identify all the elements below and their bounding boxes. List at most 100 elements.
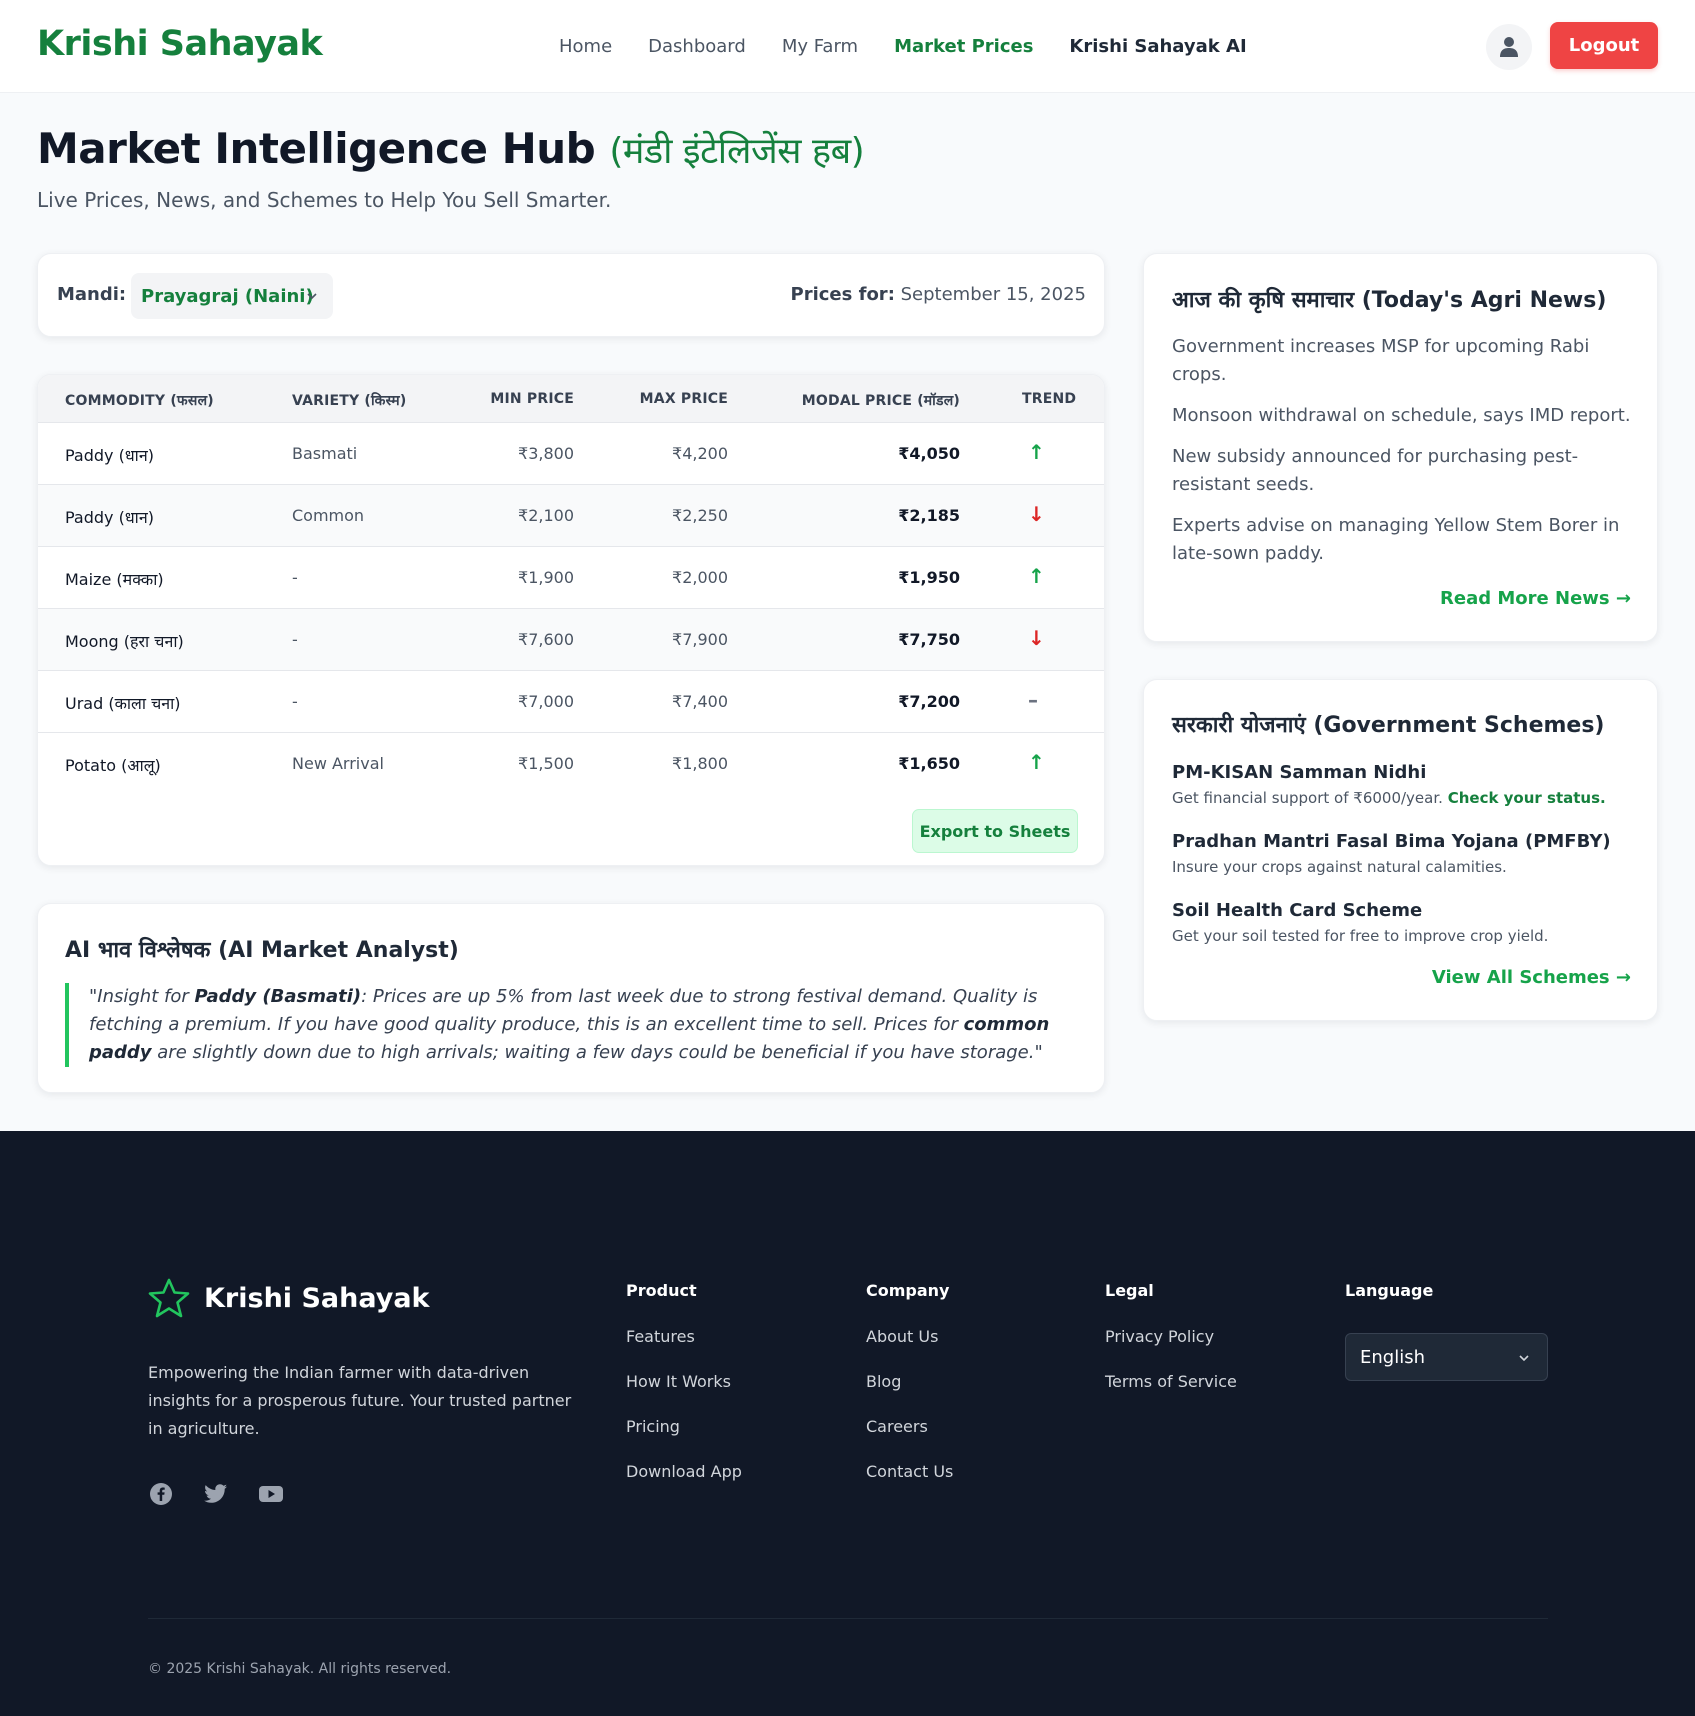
trend-flat-icon: – bbox=[1028, 688, 1038, 712]
trend-up-icon: ↑ bbox=[1028, 564, 1045, 588]
quote-highlight: Paddy (Basmati) bbox=[194, 986, 362, 1007]
cell-min-price: ₹7,000 bbox=[518, 692, 574, 711]
logout-button[interactable]: Logout bbox=[1550, 22, 1658, 69]
footer-link-careers[interactable]: Careers bbox=[866, 1417, 953, 1436]
trend-up-icon: ↑ bbox=[1028, 440, 1045, 464]
footer-col-title: Language bbox=[1345, 1281, 1434, 1300]
nav-link-market-prices[interactable]: Market Prices bbox=[894, 36, 1033, 57]
scheme-desc: Insure your crops against natural calami… bbox=[1172, 858, 1507, 876]
news-item[interactable]: Experts advise on managing Yellow Stem B… bbox=[1172, 512, 1637, 568]
mandi-selected-value: Prayagraj (Naini) bbox=[141, 285, 314, 307]
col-min-price: MIN PRICE bbox=[490, 391, 574, 407]
table-row: Potato (आलू) New Arrival ₹1,500 ₹1,800 ₹… bbox=[38, 732, 1104, 794]
brand-logo[interactable]: Krishi Sahayak bbox=[37, 24, 323, 64]
cell-variety: New Arrival bbox=[292, 754, 384, 773]
news-item[interactable]: New subsidy announced for purchasing pes… bbox=[1172, 443, 1637, 499]
chevron-down-icon bbox=[307, 293, 317, 300]
footer-link-blog[interactable]: Blog bbox=[866, 1372, 953, 1391]
star-logo-icon bbox=[148, 1278, 190, 1318]
youtube-icon[interactable] bbox=[258, 1481, 284, 1507]
footer-col-company: Company About Us Blog Careers Contact Us bbox=[866, 1281, 953, 1507]
table-header: COMMODITY (फसल) VARIETY (किस्म) MIN PRIC… bbox=[38, 375, 1104, 422]
cell-min-price: ₹2,100 bbox=[518, 506, 574, 525]
trend-down-icon: ↓ bbox=[1028, 502, 1045, 526]
user-icon bbox=[1500, 37, 1518, 57]
footer-col-title: Product bbox=[626, 1281, 697, 1300]
check-status-link[interactable]: Check your status. bbox=[1448, 789, 1606, 807]
prices-for-label: Prices for: bbox=[790, 284, 895, 305]
cell-modal-price: ₹1,650 bbox=[898, 754, 960, 773]
table-row: Paddy (धान) Common ₹2,100 ₹2,250 ₹2,185 … bbox=[38, 484, 1104, 546]
read-more-news-link[interactable]: Read More News → bbox=[1440, 588, 1631, 609]
news-item[interactable]: Government increases MSP for upcoming Ra… bbox=[1172, 333, 1637, 389]
cell-modal-price: ₹7,200 bbox=[898, 692, 960, 711]
nav-link-my-farm[interactable]: My Farm bbox=[782, 36, 858, 57]
footer-link-features[interactable]: Features bbox=[626, 1327, 742, 1346]
footer-link-contact-us[interactable]: Contact Us bbox=[866, 1462, 953, 1481]
scheme-desc-text: Get financial support of ₹6000/year. bbox=[1172, 789, 1443, 807]
user-avatar-button[interactable] bbox=[1486, 24, 1532, 70]
facebook-icon[interactable] bbox=[148, 1481, 174, 1507]
price-table: COMMODITY (फसल) VARIETY (किस्म) MIN PRIC… bbox=[37, 374, 1105, 866]
cell-commodity: Potato (आलू) bbox=[65, 756, 161, 775]
trend-down-icon: ↓ bbox=[1028, 626, 1045, 650]
chevron-down-icon bbox=[1519, 1355, 1529, 1362]
scheme-desc: Get your soil tested for free to improve… bbox=[1172, 927, 1549, 945]
table-row: Maize (मक्का) - ₹1,900 ₹2,000 ₹1,950 ↑ bbox=[38, 546, 1104, 608]
footer-col-title: Legal bbox=[1105, 1281, 1154, 1300]
social-links bbox=[148, 1481, 313, 1507]
agri-news-card: आज की कृषि समाचार (Today's Agri News) Go… bbox=[1143, 253, 1658, 642]
ai-analyst-title: AI भाव विश्लेषक (AI Market Analyst) bbox=[65, 938, 459, 963]
copyright: © 2025 Krishi Sahayak. All rights reserv… bbox=[148, 1661, 452, 1677]
nav-link-krishi-ai[interactable]: Krishi Sahayak AI bbox=[1069, 36, 1246, 57]
language-select[interactable]: English bbox=[1345, 1333, 1548, 1381]
cell-max-price: ₹2,250 bbox=[672, 506, 728, 525]
cell-variety: Basmati bbox=[292, 444, 358, 463]
page-title-text: Market Intelligence Hub bbox=[37, 124, 596, 173]
cell-max-price: ₹7,400 bbox=[672, 692, 728, 711]
footer-link-about-us[interactable]: About Us bbox=[866, 1327, 953, 1346]
cell-modal-price: ₹1,950 bbox=[898, 568, 960, 587]
cell-max-price: ₹4,200 bbox=[672, 444, 728, 463]
scheme-name: Pradhan Mantri Fasal Bima Yojana (PMFBY) bbox=[1172, 831, 1611, 852]
footer-brand-name: Krishi Sahayak bbox=[204, 1282, 430, 1314]
page-title-hindi: (मंडी इंटेलिजेंस हब) bbox=[609, 131, 865, 172]
table-row: Urad (काला चना) - ₹7,000 ₹7,400 ₹7,200 – bbox=[38, 670, 1104, 732]
mandi-filter-bar: Mandi: Prayagraj (Naini) Prices for: Sep… bbox=[37, 253, 1105, 337]
col-max-price: MAX PRICE bbox=[639, 391, 728, 407]
col-trend: TREND bbox=[1022, 391, 1077, 407]
scheme-desc: Get financial support of ₹6000/year. Che… bbox=[1172, 789, 1637, 807]
page-subtitle: Live Prices, News, and Schemes to Help Y… bbox=[37, 188, 612, 212]
footer-col-language: Language bbox=[1345, 1281, 1433, 1327]
ai-insight-quote: "Insight for Paddy (Basmati): Prices are… bbox=[65, 983, 1080, 1067]
footer-link-terms-of-service[interactable]: Terms of Service bbox=[1105, 1372, 1237, 1391]
footer-link-privacy-policy[interactable]: Privacy Policy bbox=[1105, 1327, 1237, 1346]
export-to-sheets-button[interactable]: Export to Sheets bbox=[912, 809, 1078, 853]
nav-link-dashboard[interactable]: Dashboard bbox=[648, 36, 746, 57]
cell-commodity: Paddy (धान) bbox=[65, 446, 154, 465]
cell-max-price: ₹2,000 bbox=[672, 568, 728, 587]
news-list: Government increases MSP for upcoming Ra… bbox=[1172, 333, 1637, 581]
quote-text: "Insight for bbox=[89, 986, 195, 1007]
mandi-select[interactable]: Prayagraj (Naini) bbox=[131, 273, 333, 319]
view-all-schemes-link[interactable]: View All Schemes → bbox=[1432, 967, 1631, 988]
nav-link-home[interactable]: Home bbox=[559, 36, 612, 57]
mandi-label: Mandi: bbox=[57, 284, 127, 305]
prices-date-value: September 15, 2025 bbox=[900, 284, 1086, 305]
footer-link-how-it-works[interactable]: How It Works bbox=[626, 1372, 742, 1391]
footer-link-download-app[interactable]: Download App bbox=[626, 1462, 742, 1481]
cell-commodity: Moong (हरा चना) bbox=[65, 632, 184, 651]
table-row: Moong (हरा चना) - ₹7,600 ₹7,900 ₹7,750 ↓ bbox=[38, 608, 1104, 670]
cell-max-price: ₹7,900 bbox=[672, 630, 728, 649]
ai-market-analyst-card: AI भाव विश्लेषक (AI Market Analyst) "Ins… bbox=[37, 903, 1105, 1093]
footer-link-pricing[interactable]: Pricing bbox=[626, 1417, 742, 1436]
footer-description: Empowering the Indian farmer with data-d… bbox=[148, 1363, 572, 1438]
news-item[interactable]: Monsoon withdrawal on schedule, says IMD… bbox=[1172, 402, 1637, 430]
schemes-title: सरकारी योजनाएं (Government Schemes) bbox=[1172, 713, 1605, 738]
cell-commodity: Maize (मक्का) bbox=[65, 570, 164, 589]
twitter-icon[interactable] bbox=[203, 1481, 229, 1507]
footer-brand: Krishi Sahayak bbox=[148, 1278, 430, 1318]
scheme-item: PM-KISAN Samman Nidhi Get financial supp… bbox=[1172, 762, 1637, 807]
nav-links: Home Dashboard My Farm Market Prices Kri… bbox=[541, 0, 1265, 93]
cell-modal-price: ₹7,750 bbox=[898, 630, 960, 649]
